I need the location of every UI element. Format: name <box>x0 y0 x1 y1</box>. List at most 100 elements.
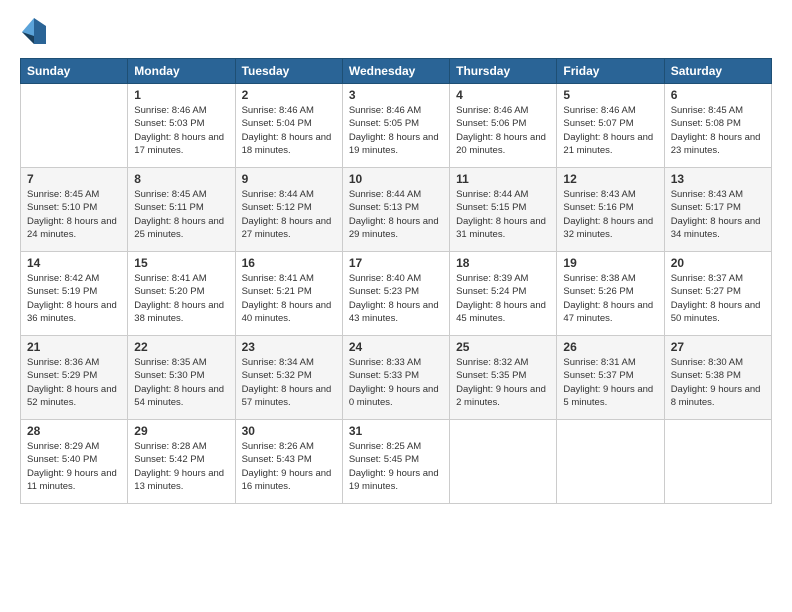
week-row-3: 14Sunrise: 8:42 AMSunset: 5:19 PMDayligh… <box>21 252 772 336</box>
calendar-header-row: SundayMondayTuesdayWednesdayThursdayFrid… <box>21 59 772 84</box>
day-info: Sunrise: 8:34 AMSunset: 5:32 PMDaylight:… <box>242 356 336 409</box>
day-info: Sunrise: 8:40 AMSunset: 5:23 PMDaylight:… <box>349 272 443 325</box>
day-number: 25 <box>456 340 550 354</box>
day-number: 5 <box>563 88 657 102</box>
day-info: Sunrise: 8:46 AMSunset: 5:06 PMDaylight:… <box>456 104 550 157</box>
calendar-cell: 29 Sunrise: 8:28 AMSunset: 5:42 PMDayligh… <box>128 420 235 504</box>
day-number: 22 <box>134 340 228 354</box>
calendar-cell: 28 Sunrise: 8:29 AMSunset: 5:40 PMDayligh… <box>21 420 128 504</box>
day-info: Sunrise: 8:32 AMSunset: 5:35 PMDaylight:… <box>456 356 550 409</box>
header-day-wednesday: Wednesday <box>342 59 449 84</box>
day-info: Sunrise: 8:46 AMSunset: 5:04 PMDaylight:… <box>242 104 336 157</box>
day-number: 16 <box>242 256 336 270</box>
week-row-2: 7 Sunrise: 8:45 AMSunset: 5:10 PMDaylight… <box>21 168 772 252</box>
day-number: 2 <box>242 88 336 102</box>
day-info: Sunrise: 8:25 AMSunset: 5:45 PMDaylight:… <box>349 440 443 493</box>
calendar-cell: 5Sunrise: 8:46 AMSunset: 5:07 PMDaylight… <box>557 84 664 168</box>
day-info: Sunrise: 8:44 AMSunset: 5:12 PMDaylight:… <box>242 188 336 241</box>
day-info: Sunrise: 8:43 AMSunset: 5:17 PMDaylight:… <box>671 188 765 241</box>
day-number: 18 <box>456 256 550 270</box>
day-number: 24 <box>349 340 443 354</box>
logo <box>20 16 52 48</box>
day-number: 31 <box>349 424 443 438</box>
header-day-tuesday: Tuesday <box>235 59 342 84</box>
day-number: 19 <box>563 256 657 270</box>
day-number: 28 <box>27 424 121 438</box>
calendar-cell <box>557 420 664 504</box>
week-row-1: 1 Sunrise: 8:46 AMSunset: 5:03 PMDaylight… <box>21 84 772 168</box>
calendar-cell: 22 Sunrise: 8:35 AMSunset: 5:30 PMDayligh… <box>128 336 235 420</box>
calendar-cell: 18 Sunrise: 8:39 AMSunset: 5:24 PMDayligh… <box>450 252 557 336</box>
calendar-cell: 12 Sunrise: 8:43 AMSunset: 5:16 PMDayligh… <box>557 168 664 252</box>
day-number: 29 <box>134 424 228 438</box>
calendar-cell: 24 Sunrise: 8:33 AMSunset: 5:33 PMDayligh… <box>342 336 449 420</box>
calendar-cell: 10 Sunrise: 8:44 AMSunset: 5:13 PMDayligh… <box>342 168 449 252</box>
day-number: 3 <box>349 88 443 102</box>
day-number: 13 <box>671 172 765 186</box>
calendar-cell: 16 Sunrise: 8:41 AMSunset: 5:21 PMDayligh… <box>235 252 342 336</box>
day-number: 6 <box>671 88 765 102</box>
day-info: Sunrise: 8:28 AMSunset: 5:42 PMDaylight:… <box>134 440 228 493</box>
day-info: Sunrise: 8:37 AMSunset: 5:27 PMDaylight:… <box>671 272 765 325</box>
calendar-cell: 13 Sunrise: 8:43 AMSunset: 5:17 PMDayligh… <box>664 168 771 252</box>
calendar-cell: 4 Sunrise: 8:46 AMSunset: 5:06 PMDaylight… <box>450 84 557 168</box>
header-day-saturday: Saturday <box>664 59 771 84</box>
calendar-cell <box>450 420 557 504</box>
day-number: 26 <box>563 340 657 354</box>
calendar-cell: 31 Sunrise: 8:25 AMSunset: 5:45 PMDayligh… <box>342 420 449 504</box>
calendar-cell: 14Sunrise: 8:42 AMSunset: 5:19 PMDayligh… <box>21 252 128 336</box>
calendar-cell: 6 Sunrise: 8:45 AMSunset: 5:08 PMDaylight… <box>664 84 771 168</box>
day-number: 15 <box>134 256 228 270</box>
calendar-cell: 23 Sunrise: 8:34 AMSunset: 5:32 PMDayligh… <box>235 336 342 420</box>
day-number: 27 <box>671 340 765 354</box>
calendar-cell <box>21 84 128 168</box>
header-day-monday: Monday <box>128 59 235 84</box>
calendar-cell: 19 Sunrise: 8:38 AMSunset: 5:26 PMDayligh… <box>557 252 664 336</box>
day-number: 21 <box>27 340 121 354</box>
calendar-cell: 20 Sunrise: 8:37 AMSunset: 5:27 PMDayligh… <box>664 252 771 336</box>
calendar-cell: 2 Sunrise: 8:46 AMSunset: 5:04 PMDaylight… <box>235 84 342 168</box>
day-info: Sunrise: 8:44 AMSunset: 5:15 PMDaylight:… <box>456 188 550 241</box>
page: SundayMondayTuesdayWednesdayThursdayFrid… <box>0 0 792 612</box>
week-row-4: 21 Sunrise: 8:36 AMSunset: 5:29 PMDayligh… <box>21 336 772 420</box>
calendar-cell: 25 Sunrise: 8:32 AMSunset: 5:35 PMDayligh… <box>450 336 557 420</box>
calendar-cell: 30 Sunrise: 8:26 AMSunset: 5:43 PMDayligh… <box>235 420 342 504</box>
day-info: Sunrise: 8:29 AMSunset: 5:40 PMDaylight:… <box>27 440 121 493</box>
day-number: 7 <box>27 172 121 186</box>
calendar-table: SundayMondayTuesdayWednesdayThursdayFrid… <box>20 58 772 504</box>
day-info: Sunrise: 8:45 AMSunset: 5:08 PMDaylight:… <box>671 104 765 157</box>
day-info: Sunrise: 8:36 AMSunset: 5:29 PMDaylight:… <box>27 356 121 409</box>
day-info: Sunrise: 8:41 AMSunset: 5:21 PMDaylight:… <box>242 272 336 325</box>
day-info: Sunrise: 8:35 AMSunset: 5:30 PMDaylight:… <box>134 356 228 409</box>
day-info: Sunrise: 8:39 AMSunset: 5:24 PMDaylight:… <box>456 272 550 325</box>
calendar-cell: 3Sunrise: 8:46 AMSunset: 5:05 PMDaylight… <box>342 84 449 168</box>
day-info: Sunrise: 8:30 AMSunset: 5:38 PMDaylight:… <box>671 356 765 409</box>
day-info: Sunrise: 8:26 AMSunset: 5:43 PMDaylight:… <box>242 440 336 493</box>
day-number: 23 <box>242 340 336 354</box>
day-info: Sunrise: 8:45 AMSunset: 5:11 PMDaylight:… <box>134 188 228 241</box>
day-info: Sunrise: 8:33 AMSunset: 5:33 PMDaylight:… <box>349 356 443 409</box>
day-number: 12 <box>563 172 657 186</box>
calendar-cell: 7 Sunrise: 8:45 AMSunset: 5:10 PMDaylight… <box>21 168 128 252</box>
day-info: Sunrise: 8:41 AMSunset: 5:20 PMDaylight:… <box>134 272 228 325</box>
day-number: 20 <box>671 256 765 270</box>
day-number: 17 <box>349 256 443 270</box>
calendar-cell: 11 Sunrise: 8:44 AMSunset: 5:15 PMDayligh… <box>450 168 557 252</box>
day-number: 1 <box>134 88 228 102</box>
day-info: Sunrise: 8:43 AMSunset: 5:16 PMDaylight:… <box>563 188 657 241</box>
header-day-friday: Friday <box>557 59 664 84</box>
day-number: 30 <box>242 424 336 438</box>
day-info: Sunrise: 8:46 AMSunset: 5:03 PMDaylight:… <box>134 104 228 157</box>
day-info: Sunrise: 8:44 AMSunset: 5:13 PMDaylight:… <box>349 188 443 241</box>
day-info: Sunrise: 8:38 AMSunset: 5:26 PMDaylight:… <box>563 272 657 325</box>
day-info: Sunrise: 8:42 AMSunset: 5:19 PMDaylight:… <box>27 272 121 325</box>
calendar-cell: 1 Sunrise: 8:46 AMSunset: 5:03 PMDaylight… <box>128 84 235 168</box>
header-day-sunday: Sunday <box>21 59 128 84</box>
day-number: 9 <box>242 172 336 186</box>
calendar-cell: 8Sunrise: 8:45 AMSunset: 5:11 PMDaylight… <box>128 168 235 252</box>
day-number: 11 <box>456 172 550 186</box>
day-number: 4 <box>456 88 550 102</box>
day-info: Sunrise: 8:45 AMSunset: 5:10 PMDaylight:… <box>27 188 121 241</box>
calendar-cell: 15 Sunrise: 8:41 AMSunset: 5:20 PMDayligh… <box>128 252 235 336</box>
day-number: 10 <box>349 172 443 186</box>
